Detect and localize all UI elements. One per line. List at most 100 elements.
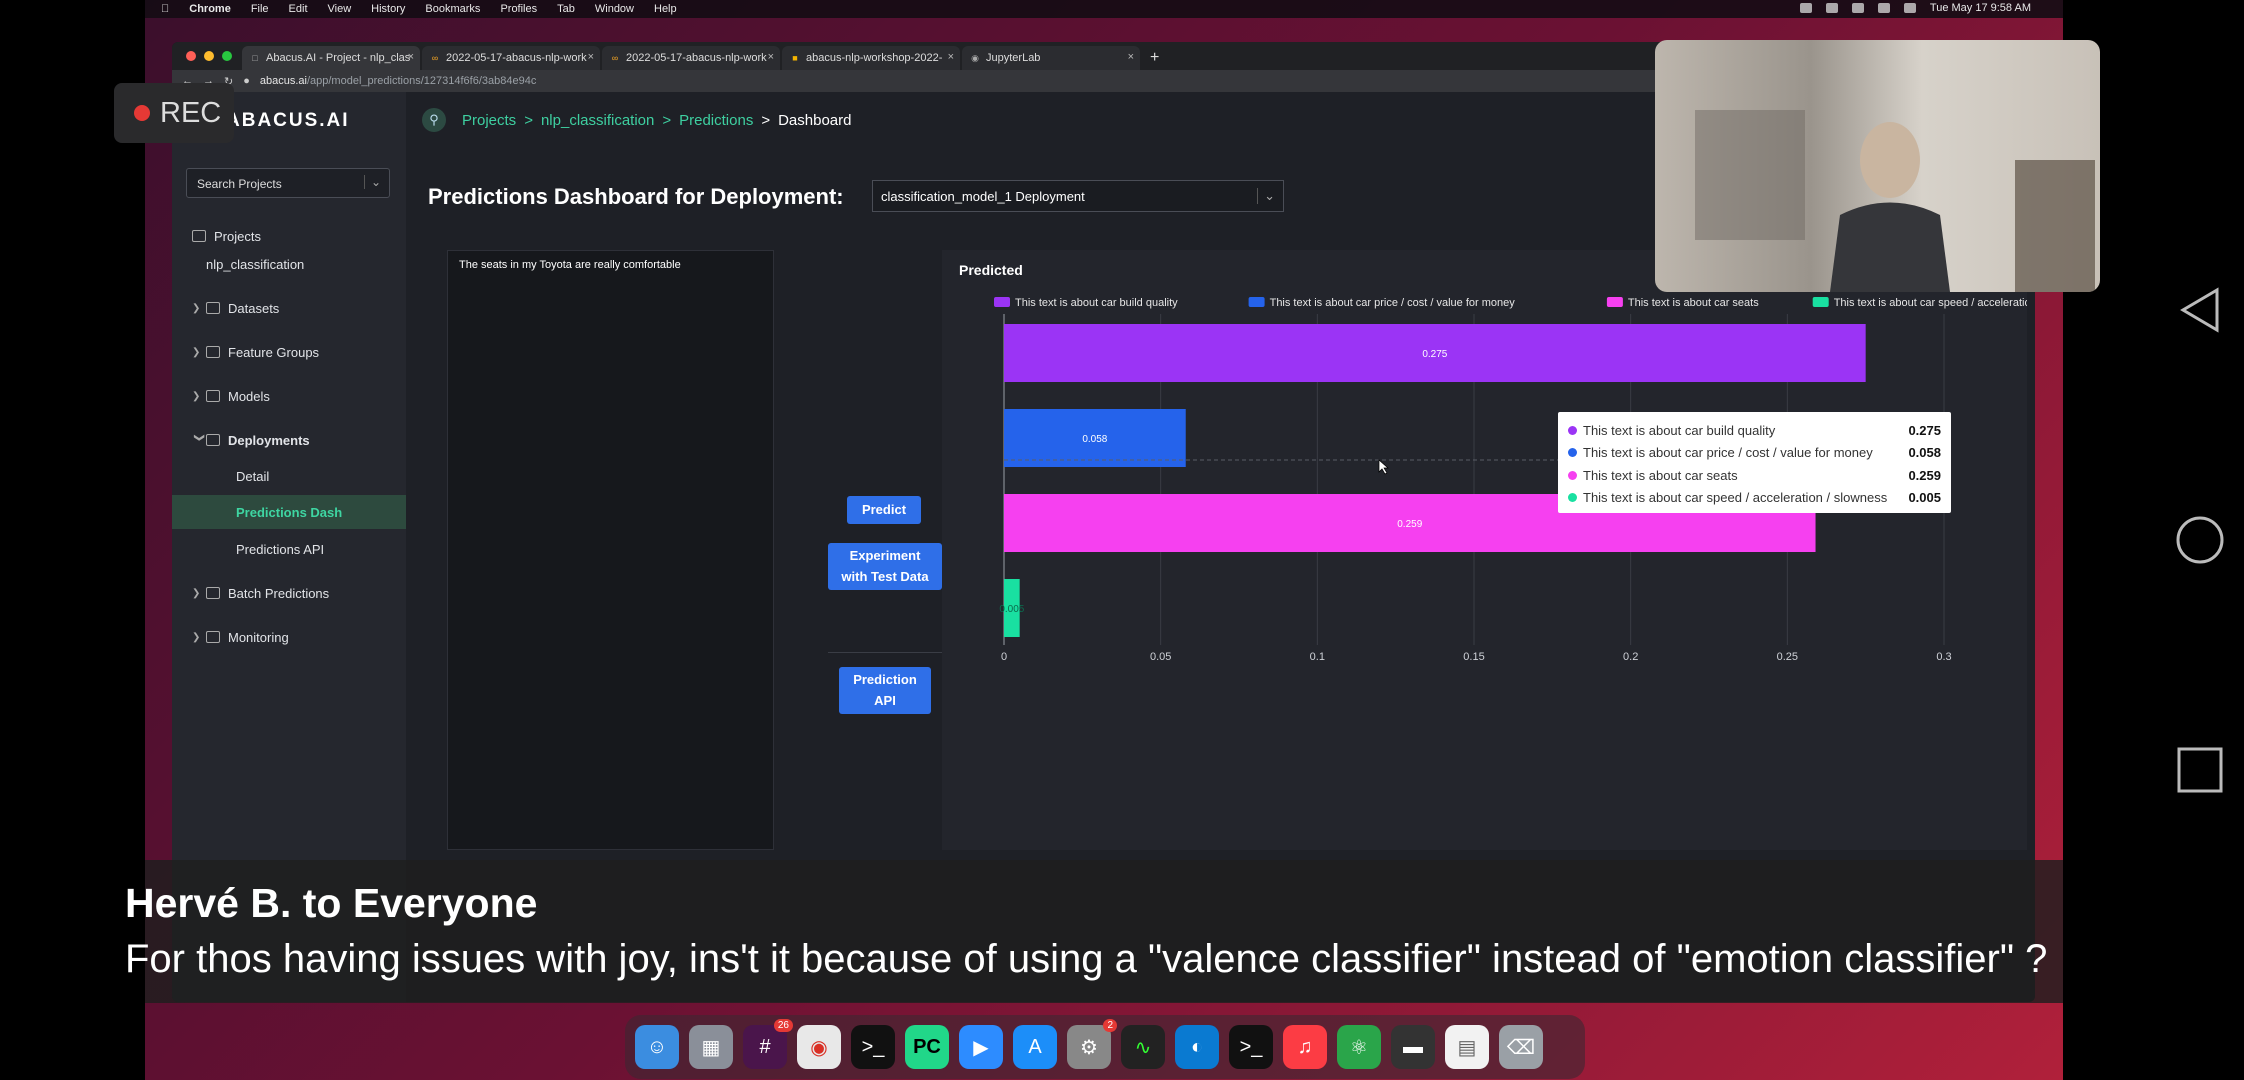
sidebar-item-feature-groups[interactable]: ❯ Feature Groups — [172, 335, 406, 369]
button-label: with Test Data — [841, 568, 929, 584]
atom-icon[interactable]: ⚛ — [1337, 1025, 1381, 1069]
app-logo[interactable]: ABACUS.AI — [226, 110, 350, 132]
sidebar-item-monitoring[interactable]: ❯ Monitoring — [172, 620, 406, 654]
chrome-icon[interactable]: ◉ — [797, 1025, 841, 1069]
android-home-icon[interactable] — [2175, 515, 2225, 565]
close-tab-icon[interactable]: × — [1128, 51, 1134, 63]
browser-tab[interactable]: ∞ 2022-05-17-abacus-nlp-work × — [602, 46, 780, 70]
close-tab-icon[interactable]: × — [408, 51, 414, 63]
search-icon[interactable]: ⚲ — [422, 108, 446, 132]
close-tab-icon[interactable]: × — [948, 51, 954, 63]
sidebar-item-models[interactable]: ❯ Models — [172, 379, 406, 413]
menu-profiles[interactable]: Profiles — [500, 3, 537, 15]
legend-swatch — [1812, 297, 1829, 307]
chevron-down-icon[interactable]: ⌄ — [363, 175, 381, 189]
sidebar-item-label: nlp_classification — [206, 256, 305, 272]
breadcrumb-current: Dashboard — [778, 111, 852, 129]
browser-tab[interactable]: □ Abacus.AI - Project - nlp_clas × — [242, 46, 420, 70]
settings-icon[interactable]: ⚙ 2 — [1067, 1019, 1117, 1069]
trash-icon[interactable]: ⌫ — [1499, 1025, 1543, 1069]
url-path: /app/model_predictions/127314f6f6/3ab84e… — [306, 75, 537, 87]
drive-icon[interactable]: ▬ — [1391, 1025, 1435, 1069]
apple-icon[interactable]:  — [161, 3, 169, 15]
status-icon[interactable] — [1799, 3, 1812, 13]
breadcrumb-project[interactable]: nlp_classification — [541, 112, 654, 129]
breadcrumb-projects[interactable]: Projects — [462, 112, 516, 129]
launchpad-icon[interactable]: ▦ — [689, 1025, 733, 1069]
search-projects-select[interactable]: Search Projects ⌄ — [186, 168, 390, 198]
chat-message: For thos having issues with joy, ins't i… — [125, 937, 2048, 981]
edge-icon[interactable]: ◐ — [1175, 1025, 1219, 1069]
terminal2-icon[interactable]: >_ — [1229, 1025, 1273, 1069]
menu-history[interactable]: History — [371, 3, 405, 15]
folder-icon — [192, 230, 206, 242]
close-tab-icon[interactable]: × — [588, 51, 594, 63]
deployment-select-value: classification_model_1 Deployment — [881, 189, 1085, 204]
browser-tab[interactable]: ∞ 2022-05-17-abacus-nlp-work × — [422, 46, 600, 70]
divider — [828, 652, 942, 653]
android-recents-icon[interactable] — [2175, 745, 2225, 795]
new-tab-button[interactable]: + — [1150, 46, 1159, 70]
browser-tab[interactable]: ■ abacus-nlp-workshop-2022- × — [782, 46, 960, 70]
menu-view[interactable]: View — [328, 3, 352, 15]
menu-file[interactable]: File — [251, 3, 269, 15]
tooltip-value: 0.005 — [1908, 490, 1941, 506]
menubar-status: Tue May 17 9:58 AM — [1799, 2, 2051, 14]
sidebar-item-project-name[interactable]: nlp_classification — [172, 247, 406, 281]
wifi-icon[interactable] — [1877, 3, 1890, 13]
window-controls — [186, 51, 232, 61]
menu-app-name[interactable]: Chrome — [189, 3, 231, 15]
breadcrumb: ⚲ Projects > nlp_classification > Predic… — [422, 108, 851, 132]
prediction-input-text: The seats in my Toyota are really comfor… — [459, 259, 681, 271]
prediction-api-button[interactable]: Prediction API — [839, 667, 931, 714]
predict-button[interactable]: Predict — [847, 496, 921, 524]
menu-bookmarks[interactable]: Bookmarks — [425, 3, 480, 15]
menubar-clock[interactable]: Tue May 17 9:58 AM — [1930, 2, 2031, 14]
slack-badge: 26 — [773, 1019, 793, 1032]
menu-window[interactable]: Window — [595, 3, 634, 15]
experiment-test-data-button[interactable]: Experiment with Test Data — [828, 543, 942, 590]
menu-help[interactable]: Help — [654, 3, 677, 15]
sidebar-item-predictions-dash[interactable]: Predictions Dash — [172, 495, 406, 529]
pycharm-icon[interactable]: PC — [905, 1025, 949, 1069]
zoom-window-button[interactable] — [222, 51, 232, 61]
android-back-icon[interactable] — [2175, 285, 2225, 335]
deployment-select[interactable]: classification_model_1 Deployment ⌄ — [872, 180, 1284, 212]
chart-tooltip: This text is about car build quality 0.27… — [1558, 412, 1951, 513]
breadcrumb-predictions[interactable]: Predictions — [679, 112, 753, 129]
prediction-chart-panel: Predicted This text is about car build q… — [942, 250, 2027, 850]
tooltip-label: This text is about car price / cost / va… — [1583, 445, 1873, 461]
lock-icon[interactable]: ● — [243, 75, 250, 87]
minimize-window-button[interactable] — [204, 51, 214, 61]
breadcrumb-separator: > — [761, 111, 771, 129]
sidebar-item-detail[interactable]: Detail — [172, 459, 406, 493]
finder-icon[interactable]: ☺ — [635, 1025, 679, 1069]
recording-label: REC — [160, 96, 222, 129]
tooltip-dot-icon — [1568, 493, 1577, 503]
battery-icon[interactable] — [1851, 3, 1864, 13]
chevron-down-icon[interactable]: ⌄ — [1257, 188, 1275, 204]
tab-label: Abacus.AI - Project - nlp_clas — [266, 52, 411, 64]
terminal-icon[interactable]: >_ — [851, 1025, 895, 1069]
close-window-button[interactable] — [186, 51, 196, 61]
menu-tab[interactable]: Tab — [557, 3, 575, 15]
sidebar-item-label: Predictions API — [236, 541, 325, 557]
sidebar-item-deployments[interactable]: ❯ Deployments — [172, 423, 406, 457]
sidebar-item-predictions-api[interactable]: Predictions API — [172, 532, 406, 566]
sidebar-item-datasets[interactable]: ❯ Datasets — [172, 291, 406, 325]
appstore-icon[interactable]: A — [1013, 1025, 1057, 1069]
x-tick-label: 0.05 — [1150, 651, 1171, 663]
document-icon[interactable]: ▤ — [1445, 1025, 1489, 1069]
zoom-icon[interactable]: ▶ — [959, 1025, 1003, 1069]
search-icon[interactable] — [1903, 3, 1916, 13]
prediction-input-textarea[interactable]: The seats in my Toyota are really comfor… — [447, 250, 774, 850]
browser-tab[interactable]: ◉ JupyterLab × — [962, 46, 1140, 70]
menu-edit[interactable]: Edit — [289, 3, 308, 15]
slack-icon[interactable]: #26 — [743, 1019, 793, 1069]
status-icon[interactable] — [1825, 3, 1838, 13]
sidebar-item-batch-predictions[interactable]: ❯ Batch Predictions — [172, 576, 406, 610]
music-icon[interactable]: ♫ — [1283, 1025, 1327, 1069]
close-tab-icon[interactable]: × — [768, 51, 774, 63]
url-text[interactable]: abacus.ai/app/model_predictions/127314f6… — [260, 75, 536, 87]
activity-monitor-icon[interactable]: ∿ — [1121, 1025, 1165, 1069]
